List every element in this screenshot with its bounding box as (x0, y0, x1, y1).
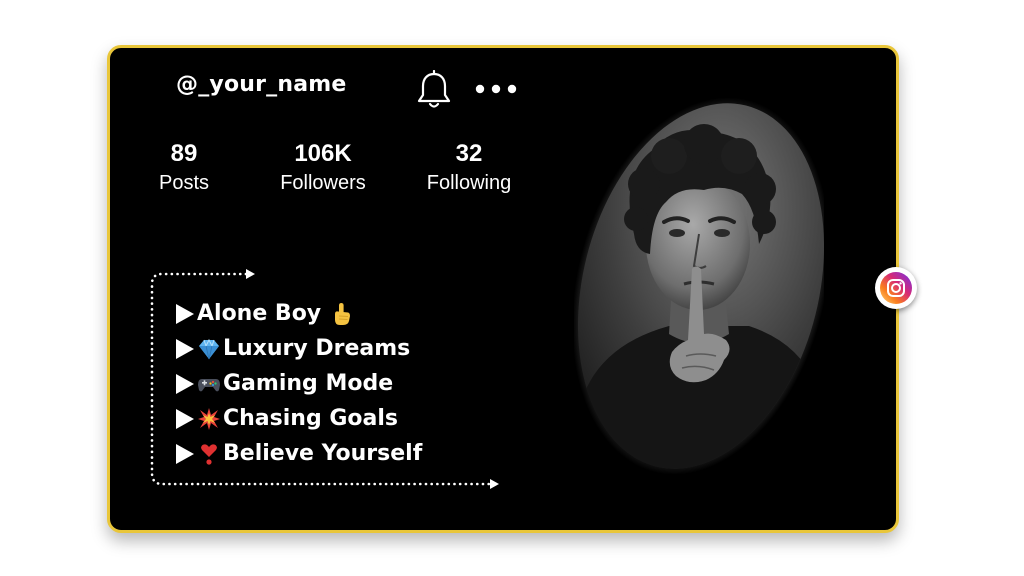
bio-item: Believe Yourself (176, 436, 422, 471)
stat-following-label: Following (426, 172, 512, 194)
pointing-up-hand-icon (335, 302, 351, 325)
bio-item: Chasing Goals (176, 401, 422, 436)
frame-arrow-bottom (490, 479, 499, 489)
frame-arrow-top (246, 269, 255, 279)
bio-item: Luxury Dreams (176, 331, 422, 366)
instagram-icon (880, 272, 912, 304)
collision-icon (198, 407, 220, 430)
stat-posts-value: 89 (170, 140, 198, 167)
bio-item-text: Believe Yourself (223, 441, 423, 466)
bio-item-text: Gaming Mode (223, 371, 394, 396)
play-arrow-icon (176, 338, 194, 359)
heart-exclamation-icon (201, 443, 217, 465)
bio-item-text: Chasing Goals (223, 406, 399, 431)
play-arrow-icon (176, 373, 194, 394)
profile-photo (574, 94, 824, 478)
stat-following[interactable]: 32 Following (399, 140, 539, 198)
profile-card: @_your_name 89 Posts 106K Followers 32 F… (107, 45, 899, 533)
username[interactable]: @_your_name (176, 72, 347, 97)
bio-item-text: Luxury Dreams (223, 336, 411, 361)
bell-icon[interactable] (415, 70, 453, 110)
stat-posts-label: Posts (158, 172, 210, 194)
more-horizontal-icon[interactable] (473, 81, 519, 97)
stat-followers-label: Followers (280, 172, 366, 194)
play-arrow-icon (176, 443, 194, 464)
bio-item-text: Alone Boy (197, 301, 322, 326)
bio-item: Gaming Mode (176, 366, 422, 401)
game-controller-icon (198, 378, 220, 391)
stat-posts[interactable]: 89 Posts (114, 140, 254, 198)
bio-item: Alone Boy (176, 296, 422, 331)
stat-following-value: 32 (455, 140, 483, 167)
instagram-badge[interactable] (875, 267, 917, 309)
stat-followers[interactable]: 106K Followers (253, 140, 393, 198)
stat-followers-value: 106K (294, 140, 352, 167)
play-arrow-icon (176, 303, 194, 324)
gem-icon (199, 338, 219, 359)
bio-list: Alone Boy Luxury Dreams Gaming Mode Chas… (176, 296, 422, 471)
play-arrow-icon (176, 408, 194, 429)
